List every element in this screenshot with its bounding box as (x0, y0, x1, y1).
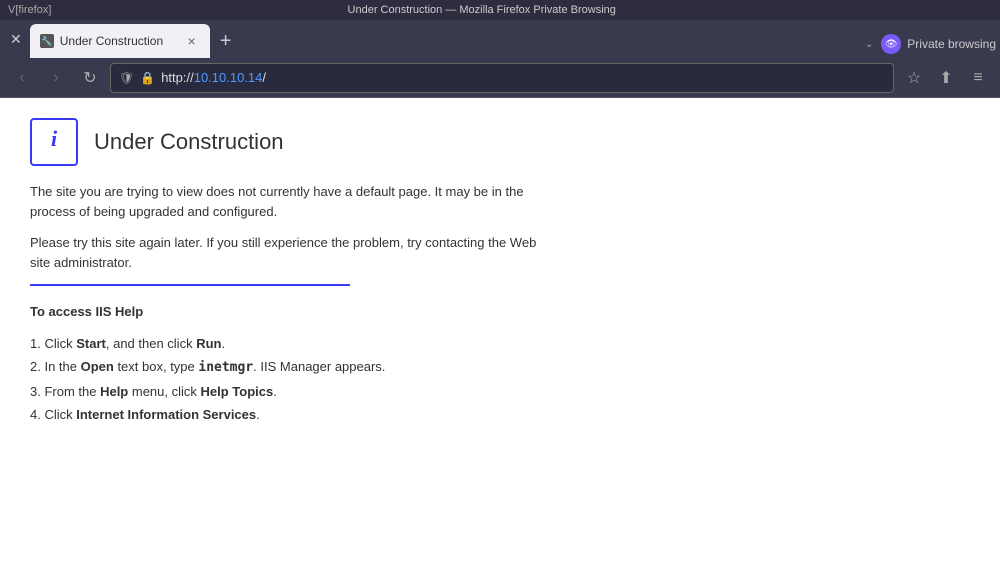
back-icon: ‹ (19, 69, 24, 87)
url-text: http://10.10.10.14/ (161, 70, 885, 85)
paragraph-2: Please try this site again later. If you… (30, 233, 550, 272)
hamburger-icon: ≡ (973, 69, 982, 87)
menu-button[interactable]: ≡ (964, 64, 992, 92)
step-1: 1. Click Start, and then click Run. (30, 334, 550, 354)
forward-icon: › (53, 69, 58, 87)
steps-list: 1. Click Start, and then click Run. 2. I… (30, 334, 550, 425)
step-3: 3. From the Help menu, click Help Topics… (30, 382, 550, 402)
share-icon: ⬆ (939, 68, 952, 88)
share-button[interactable]: ⬆ (932, 64, 960, 92)
star-icon: ☆ (907, 68, 921, 88)
window-title-center: Under Construction — Mozilla Firefox Pri… (348, 4, 616, 16)
tab-close-icon[interactable]: × (184, 31, 200, 51)
back-button[interactable]: ‹ (8, 64, 36, 92)
divider (30, 284, 350, 286)
reload-icon: ↻ (83, 68, 96, 88)
url-prefix: http:// (161, 70, 194, 85)
section-title: To access IIS Help (30, 302, 550, 322)
page-content: i Under Construction The site you are tr… (0, 98, 1000, 582)
url-bar[interactable]: 🛡 🔒 http://10.10.10.14/ (110, 63, 894, 93)
page-title: Under Construction (94, 129, 284, 155)
tab-bar: ✕ 🔧 Under Construction × + ⌄ 👁 Private b… (0, 20, 1000, 58)
url-suffix: / (262, 70, 266, 85)
title-bar: V[firefox] Under Construction — Mozilla … (0, 0, 1000, 20)
new-tab-button[interactable]: + (212, 24, 240, 58)
page-body: The site you are trying to view does not… (30, 182, 550, 425)
paragraph-1: The site you are trying to view does not… (30, 182, 550, 221)
window-close-button[interactable]: ✕ (4, 20, 28, 58)
private-browsing-label: Private browsing (907, 37, 996, 51)
lock-icon: 🔒 (140, 71, 155, 85)
info-icon: i (30, 118, 78, 166)
step-2: 2. In the Open text box, type inetmgr. I… (30, 357, 550, 378)
shield-icon: 🛡 (119, 71, 134, 85)
url-host: 10.10.10.14 (194, 70, 263, 85)
tab-bar-right: ⌄ 👁 Private browsing (865, 34, 996, 58)
nav-right-buttons: ☆ ⬆ ≡ (900, 64, 992, 92)
bookmark-button[interactable]: ☆ (900, 64, 928, 92)
active-tab[interactable]: 🔧 Under Construction × (30, 24, 210, 58)
tab-favicon: 🔧 (40, 34, 54, 48)
step-4: 4. Click Internet Information Services. (30, 405, 550, 425)
page-header: i Under Construction (30, 118, 970, 166)
chevron-down-icon[interactable]: ⌄ (865, 39, 873, 50)
forward-button[interactable]: › (42, 64, 70, 92)
reload-button[interactable]: ↻ (76, 64, 104, 92)
private-browsing-icon: 👁 (881, 34, 901, 54)
private-browsing-button[interactable]: 👁 Private browsing (881, 34, 996, 54)
tab-label: Under Construction (60, 34, 178, 48)
window-title-left: V[firefox] (8, 4, 51, 16)
nav-bar: ‹ › ↻ 🛡 🔒 http://10.10.10.14/ ☆ ⬆ ≡ (0, 58, 1000, 98)
